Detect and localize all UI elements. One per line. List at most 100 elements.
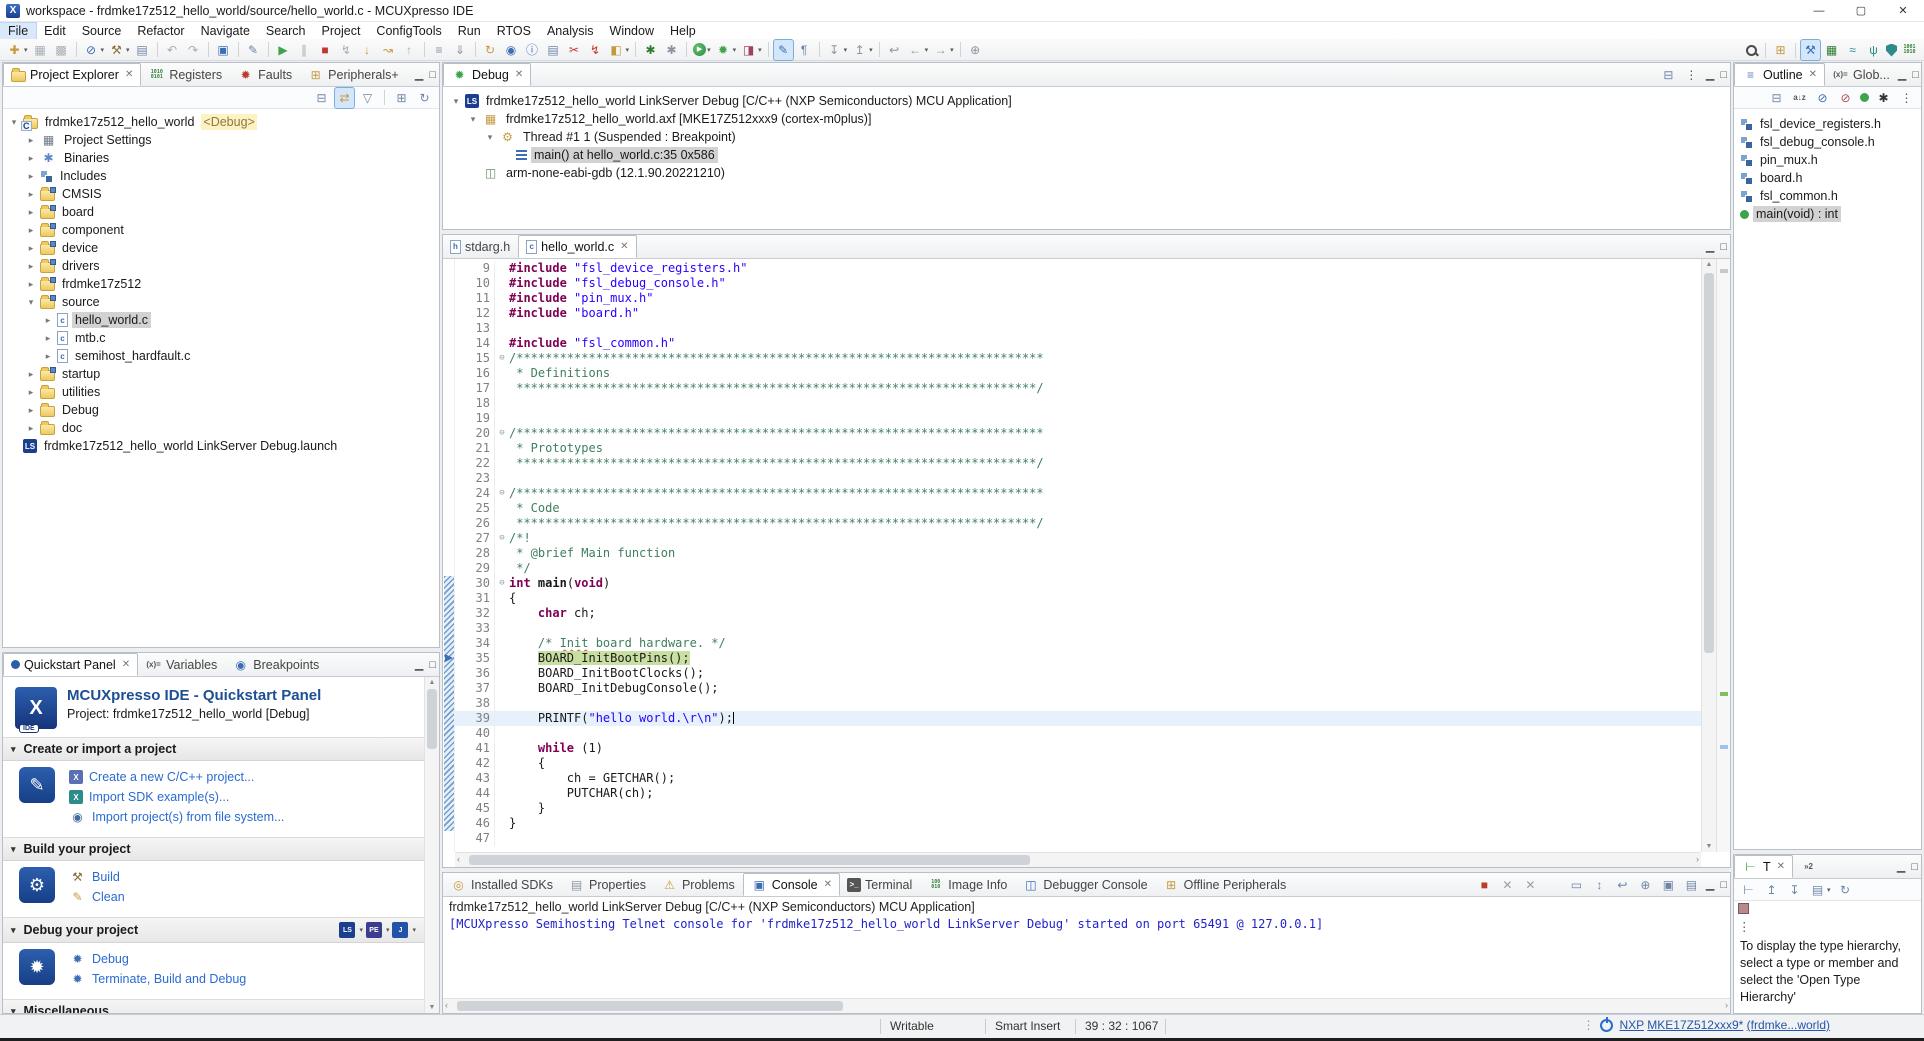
- expand-arrow-icon[interactable]: ▸: [26, 387, 36, 398]
- tab-terminal[interactable]: >_Terminal: [840, 873, 920, 896]
- code-line[interactable]: 38: [455, 696, 1701, 711]
- open-perspective-button[interactable]: ⊞: [1771, 40, 1790, 60]
- tab-type-hierarchy[interactable]: ⊢T✕: [1734, 855, 1793, 878]
- code-line[interactable]: 46}: [455, 816, 1701, 831]
- undefined-button[interactable]: [1545, 876, 1562, 893]
- filter-defines-button[interactable]: ✱: [1874, 88, 1893, 108]
- code-line[interactable]: 27⊖/*!: [455, 531, 1701, 546]
- section-collapse-icon[interactable]: ▾: [11, 844, 16, 855]
- editor-marker-bar[interactable]: [443, 259, 455, 852]
- expand-arrow-icon[interactable]: ▸: [43, 333, 53, 344]
- project-tree-row[interactable]: ▸frdmke17z512: [5, 275, 439, 293]
- code-line[interactable]: 47: [455, 831, 1701, 846]
- quickstart-action-link[interactable]: ✹Terminate, Build and Debug: [69, 969, 246, 989]
- tab-stacked-views[interactable]: »2: [1793, 855, 1825, 878]
- expand-arrow-icon[interactable]: ▸: [26, 153, 36, 164]
- quickstart-action-link[interactable]: ⚒Build: [69, 867, 125, 887]
- maximize-panel-button[interactable]: □: [1911, 861, 1918, 873]
- usb-button[interactable]: ψ: [1864, 40, 1883, 60]
- refresh-button[interactable]: ↻: [415, 88, 434, 108]
- code-line[interactable]: 15⊖/************************************…: [455, 351, 1701, 366]
- tab-installed-sdks[interactable]: ◎Installed SDKs: [443, 873, 561, 896]
- quickstart-section-header[interactable]: ▾Create or import a project: [3, 737, 424, 761]
- tab-debug[interactable]: ✹Debug✕: [443, 63, 531, 86]
- fold-marker-icon[interactable]: ⊖: [495, 426, 509, 441]
- minimize-panel-button[interactable]: ▁: [415, 68, 423, 81]
- hide-static-members-button[interactable]: ⊘: [1836, 88, 1855, 108]
- quickstart-scrollbar[interactable]: ▲ ▼: [424, 677, 439, 1013]
- debug-tree-row[interactable]: ▾▦frdmke17z512_hello_world.axf [MKE17Z51…: [447, 110, 1730, 128]
- flash-action-button[interactable]: ↯: [586, 40, 605, 60]
- menu-configtools[interactable]: ConfigTools: [368, 23, 449, 39]
- expand-arrow-icon[interactable]: ▸: [26, 189, 36, 200]
- code-line[interactable]: 13: [455, 321, 1701, 336]
- menu-refactor[interactable]: Refactor: [129, 23, 192, 39]
- maximize-panel-button[interactable]: □: [1720, 879, 1727, 891]
- fold-marker-icon[interactable]: ⊖: [495, 531, 509, 546]
- project-tree-row[interactable]: ▸drivers: [5, 257, 439, 275]
- code-line[interactable]: 35 BOARD_InitBootPins();: [455, 651, 1701, 666]
- expand-arrow-icon[interactable]: ▾: [451, 96, 461, 107]
- image-info-button[interactable]: ▤: [544, 40, 563, 60]
- project-tree-row[interactable]: ▾Cfrdmke17z512_hello_world<Debug>: [5, 113, 439, 131]
- open-console-view-button[interactable]: ▣: [214, 40, 233, 60]
- close-tab-icon[interactable]: ✕: [515, 69, 523, 80]
- section-collapse-icon[interactable]: ▾: [11, 925, 16, 936]
- link-with-editor-button[interactable]: ⇄: [335, 88, 354, 108]
- quickstart-action-link[interactable]: ✹Debug: [69, 949, 246, 969]
- erase-flash-button[interactable]: ✂: [565, 40, 584, 60]
- project-tree-row[interactable]: ▸component: [5, 221, 439, 239]
- menu-edit[interactable]: Edit: [36, 23, 74, 39]
- close-tab-icon[interactable]: ✕: [620, 241, 628, 252]
- tab-globals[interactable]: (x)=Glob...: [1825, 63, 1898, 86]
- expand-arrow-icon[interactable]: ▸: [26, 369, 36, 380]
- code-line[interactable]: 33: [455, 621, 1701, 636]
- debug-tree-row[interactable]: main() at hello_world.c:35 0x586: [447, 146, 1730, 164]
- minimize-panel-button[interactable]: ▁: [1706, 878, 1714, 891]
- section-collapse-icon[interactable]: ▾: [11, 1006, 16, 1014]
- project-tree-row[interactable]: ▾source: [5, 293, 439, 311]
- sort-button[interactable]: a↓z: [1790, 88, 1809, 108]
- editor-horizontal-scrollbar[interactable]: ‹ ›: [455, 852, 1701, 867]
- code-line[interactable]: 19: [455, 411, 1701, 426]
- code-line[interactable]: 12#include "board.h": [455, 306, 1701, 321]
- maximize-panel-button[interactable]: □: [1912, 69, 1919, 81]
- secure-shield-button[interactable]: [1885, 40, 1898, 60]
- build-button[interactable]: ⚒▾: [107, 40, 131, 60]
- menu-source[interactable]: Source: [74, 23, 130, 39]
- quickstart-section-header[interactable]: ▾Build your project: [3, 837, 424, 861]
- menu-analysis[interactable]: Analysis: [539, 23, 602, 39]
- minimize-panel-button[interactable]: ▁: [415, 658, 423, 671]
- power-icon[interactable]: [1600, 1019, 1613, 1032]
- project-tree-row[interactable]: ▸chello_world.c: [5, 311, 439, 329]
- maximize-panel-button[interactable]: □: [1720, 241, 1727, 253]
- expand-arrow-icon[interactable]: ▸: [26, 135, 36, 146]
- project-tree-row[interactable]: ▸device: [5, 239, 439, 257]
- remove-launch-button[interactable]: ✕: [1499, 876, 1516, 893]
- tab-outline[interactable]: ≡Outline✕: [1734, 63, 1825, 86]
- terminate-button[interactable]: ■: [1476, 876, 1493, 893]
- navigate-forward-button[interactable]: →▾: [931, 40, 955, 60]
- tab-hello-world[interactable]: chello_world.c✕: [518, 235, 636, 258]
- code-line[interactable]: 11#include "pin_mux.h": [455, 291, 1701, 306]
- fold-marker-icon[interactable]: ⊖: [495, 351, 509, 366]
- save-button[interactable]: ▦: [31, 40, 50, 60]
- collapse-all-button[interactable]: ⊟: [1660, 66, 1677, 83]
- scroll-lock-button[interactable]: ↕: [1591, 876, 1608, 893]
- step-filters-button[interactable]: ✱: [641, 40, 660, 60]
- code-line[interactable]: 40: [455, 726, 1701, 741]
- menu-help[interactable]: Help: [662, 23, 704, 39]
- collapse-all-button[interactable]: ⊟: [1767, 88, 1786, 108]
- instruction-stepping-button[interactable]: ≡: [430, 40, 449, 60]
- quickstart-section-header[interactable]: ▾Miscellaneous: [3, 999, 424, 1013]
- fold-marker-icon[interactable]: ⊖: [495, 486, 509, 501]
- code-line[interactable]: 41 while (1): [455, 741, 1701, 756]
- debug-tree-row[interactable]: ▾LSfrdmke17z512_hello_world LinkServer D…: [447, 92, 1730, 110]
- project-tree-row[interactable]: ▸csemihost_hardfault.c: [5, 347, 439, 365]
- program-flash-button[interactable]: ◧▾: [607, 40, 631, 60]
- tab-offline-peripherals[interactable]: ⊞Offline Peripherals: [1156, 873, 1295, 896]
- project-tree-row[interactable]: ▸▦Project Settings: [5, 131, 439, 149]
- maximize-panel-button[interactable]: □: [429, 659, 436, 671]
- menu-window[interactable]: Window: [602, 23, 662, 39]
- mark-occurrences-button[interactable]: ✎: [244, 40, 263, 60]
